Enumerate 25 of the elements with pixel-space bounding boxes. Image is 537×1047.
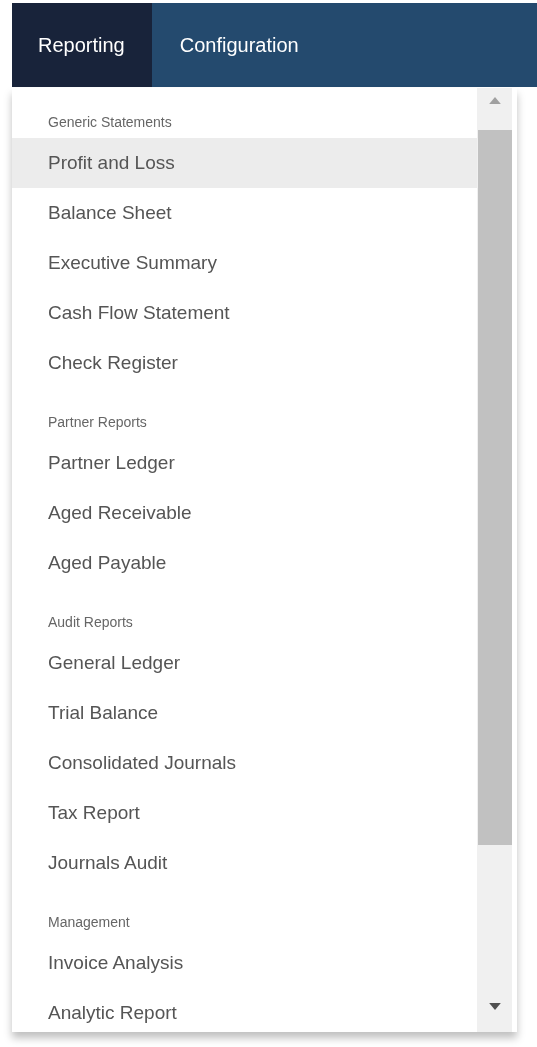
menu-item[interactable]: Invoice Analysis xyxy=(12,938,477,988)
menu-item[interactable]: Executive Summary xyxy=(12,238,477,288)
menu-item[interactable]: Aged Payable xyxy=(12,538,477,588)
menu-item[interactable]: Profit and Loss xyxy=(12,138,477,188)
scrollbar[interactable] xyxy=(477,88,512,1032)
menu-item[interactable]: Trial Balance xyxy=(12,688,477,738)
menu-item[interactable]: Analytic Report xyxy=(12,988,477,1032)
section-header: Management xyxy=(47,913,131,932)
scroll-up-icon[interactable] xyxy=(488,97,501,104)
menu-item[interactable]: Cash Flow Statement xyxy=(12,288,477,338)
section-header: Generic Statements xyxy=(47,113,173,132)
scroll-down-icon[interactable] xyxy=(488,1003,501,1010)
menu-item[interactable]: Partner Ledger xyxy=(12,438,477,488)
menu-item[interactable]: Check Register xyxy=(12,338,477,388)
menu-item[interactable]: Aged Receivable xyxy=(12,488,477,538)
menu-item[interactable]: Balance Sheet xyxy=(12,188,477,238)
scrollbar-thumb[interactable] xyxy=(477,130,512,845)
menu-item[interactable]: Tax Report xyxy=(12,788,477,838)
menu-item[interactable]: General Ledger xyxy=(12,638,477,688)
menu-tab[interactable]: Configuration xyxy=(151,3,327,87)
section-header: Partner Reports xyxy=(47,413,148,432)
section-header: Audit Reports xyxy=(47,613,134,632)
menu-item[interactable]: Journals Audit xyxy=(12,838,477,888)
menu-tab[interactable]: Reporting xyxy=(12,3,152,87)
menu-item[interactable]: Consolidated Journals xyxy=(12,738,477,788)
